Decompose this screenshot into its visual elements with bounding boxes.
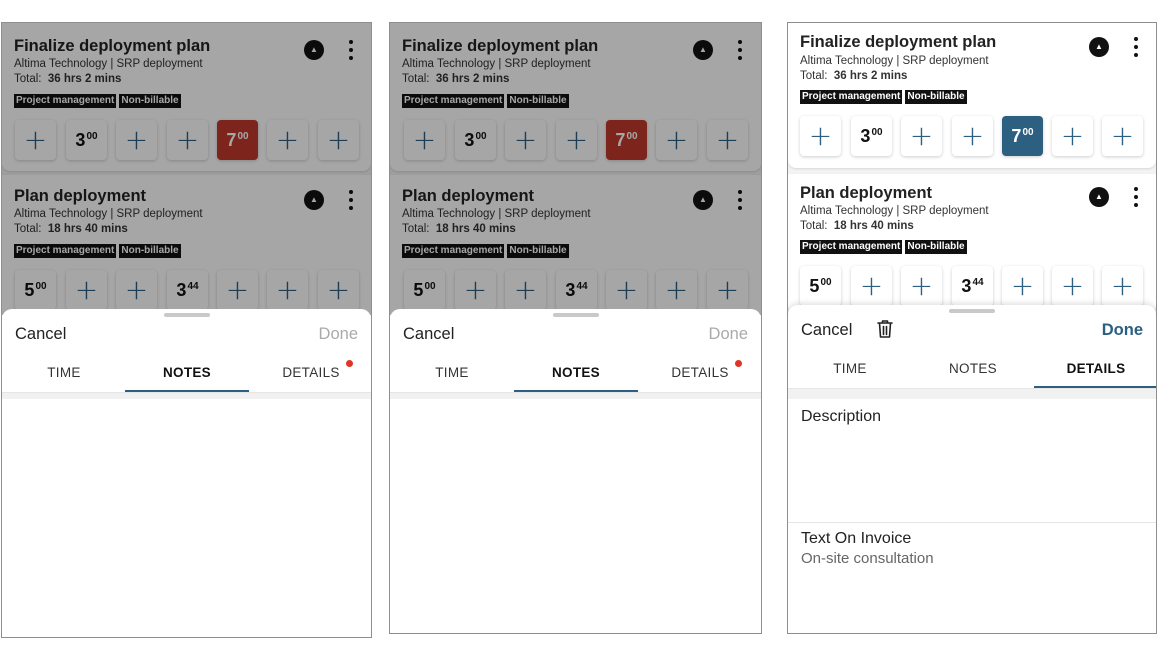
- invoice-text-label: Text On Invoice: [801, 530, 912, 547]
- description-label: Description: [801, 408, 882, 425]
- notification-dot-icon: [346, 360, 353, 367]
- plus-icon: +: [960, 119, 985, 152]
- kebab-menu-icon[interactable]: [1130, 36, 1142, 58]
- modal-scrim[interactable]: [390, 23, 761, 315]
- sheet-drag-handle[interactable]: [163, 313, 210, 317]
- day-hours-entry[interactable]: 500: [800, 266, 841, 306]
- day-hours-entry[interactable]: 344: [952, 266, 993, 306]
- tab-details-label: DETAILS: [671, 365, 729, 380]
- section-divider: [788, 389, 1156, 399]
- tab-time[interactable]: TIME: [2, 365, 126, 392]
- day-hours-entry-selected[interactable]: 700: [1002, 116, 1043, 156]
- sheet-drag-handle[interactable]: [949, 309, 995, 313]
- tab-details-label: DETAILS: [282, 365, 340, 380]
- day-add-button[interactable]: +: [1102, 266, 1143, 306]
- sheet-drag-handle[interactable]: [552, 313, 599, 317]
- day-add-button[interactable]: +: [1052, 266, 1093, 306]
- minutes-value: 00: [820, 277, 832, 288]
- kebab-menu-icon[interactable]: [1130, 186, 1142, 208]
- plus-icon: +: [909, 269, 934, 302]
- timesheet-card[interactable]: Finalize deployment plan Altima Technolo…: [788, 23, 1156, 168]
- total-value: 18 hrs 40 mins: [833, 220, 914, 232]
- tag-project-management: Project management: [800, 240, 903, 254]
- day-entries: 500 + + 344 + + +: [788, 266, 1156, 306]
- tag-non-billable: Non-billable: [905, 240, 967, 254]
- trash-icon[interactable]: [876, 319, 894, 339]
- day-add-button[interactable]: +: [1102, 116, 1143, 156]
- day-add-button[interactable]: +: [851, 266, 892, 306]
- hours-value: 5: [809, 276, 820, 296]
- tag-list: Project management Non-billable: [800, 240, 967, 254]
- card-title: Plan deployment: [800, 184, 933, 202]
- tab-notes[interactable]: NOTES: [125, 365, 249, 392]
- plus-icon: +: [808, 119, 833, 152]
- hours-value: 3: [860, 126, 871, 146]
- hours-value: 7: [1011, 126, 1022, 146]
- minutes-value: 00: [871, 127, 883, 138]
- day-hours-entry[interactable]: 300: [851, 116, 892, 156]
- day-entries: + 300 + + 700 + +: [788, 116, 1156, 156]
- cancel-button[interactable]: Cancel: [403, 325, 454, 344]
- tab-notes[interactable]: NOTES: [514, 365, 638, 392]
- done-button[interactable]: Done: [319, 325, 358, 344]
- sheet-tabs: TIME NOTES DETAILS: [2, 360, 371, 393]
- day-add-button[interactable]: +: [901, 266, 942, 306]
- minutes-value: 00: [1022, 127, 1034, 138]
- plus-icon: +: [1110, 119, 1135, 152]
- card-subtitle: Altima Technology | SRP deployment: [800, 55, 989, 67]
- tab-time[interactable]: TIME: [788, 361, 912, 388]
- bottom-sheet: Cancel Done TIME NOTES DETAILS Descripti…: [788, 305, 1156, 633]
- day-add-button[interactable]: +: [1052, 116, 1093, 156]
- sheet-tabs: TIME NOTES DETAILS: [788, 361, 1156, 389]
- bottom-sheet: Cancel Done TIME NOTES DETAILS: [2, 309, 371, 637]
- plus-icon: +: [1060, 269, 1085, 302]
- tag-non-billable: Non-billable: [905, 90, 967, 104]
- day-add-button[interactable]: +: [952, 116, 993, 156]
- cancel-button[interactable]: Cancel: [15, 325, 66, 344]
- tab-details[interactable]: DETAILS: [249, 360, 371, 392]
- day-add-button[interactable]: +: [1002, 266, 1043, 306]
- notification-dot-icon: [735, 360, 742, 367]
- section-divider: [2, 393, 371, 399]
- done-button[interactable]: Done: [1102, 321, 1143, 340]
- plus-icon: +: [1060, 119, 1085, 152]
- tag-list: Project management Non-billable: [800, 90, 967, 104]
- plus-icon: +: [859, 269, 884, 302]
- card-total: Total: 18 hrs 40 mins: [800, 220, 914, 232]
- screen-notes-2: Finalize deployment plan Altima Technolo…: [389, 22, 762, 634]
- total-label: Total:: [800, 70, 828, 82]
- hours-value: 3: [961, 276, 972, 296]
- modal-scrim[interactable]: [2, 23, 371, 315]
- bottom-sheet: Cancel Done TIME NOTES DETAILS: [390, 309, 761, 633]
- tab-details[interactable]: DETAILS: [1034, 361, 1156, 388]
- tab-notes[interactable]: NOTES: [911, 361, 1035, 388]
- card-total: Total: 36 hrs 2 mins: [800, 70, 907, 82]
- done-button[interactable]: Done: [709, 325, 748, 344]
- plus-icon: +: [1110, 269, 1135, 302]
- plus-icon: +: [1010, 269, 1035, 302]
- section-divider: [390, 393, 761, 399]
- field-separator: [788, 522, 1156, 523]
- screen-notes-1: Finalize deployment plan Altima Technolo…: [1, 22, 372, 638]
- total-value: 36 hrs 2 mins: [833, 70, 908, 82]
- tab-time[interactable]: TIME: [390, 365, 514, 392]
- timesheet-card[interactable]: Plan deployment Altima Technology | SRP …: [788, 174, 1156, 313]
- screen-details: Finalize deployment plan Altima Technolo…: [787, 22, 1157, 634]
- tab-details[interactable]: DETAILS: [638, 360, 761, 392]
- card-subtitle: Altima Technology | SRP deployment: [800, 205, 989, 217]
- plus-icon: +: [909, 119, 934, 152]
- day-add-button[interactable]: +: [901, 116, 942, 156]
- chevron-double-up-icon[interactable]: ▲: [1089, 187, 1109, 207]
- invoice-text-field[interactable]: On-site consultation: [801, 550, 934, 567]
- total-label: Total:: [800, 220, 828, 232]
- chevron-double-up-icon[interactable]: ▲: [1089, 37, 1109, 57]
- cancel-button[interactable]: Cancel: [801, 321, 852, 340]
- minutes-value: 44: [972, 277, 984, 288]
- sheet-tabs: TIME NOTES DETAILS: [390, 360, 761, 393]
- day-add-button[interactable]: +: [800, 116, 841, 156]
- card-title: Finalize deployment plan: [800, 33, 997, 51]
- tag-project-management: Project management: [800, 90, 903, 104]
